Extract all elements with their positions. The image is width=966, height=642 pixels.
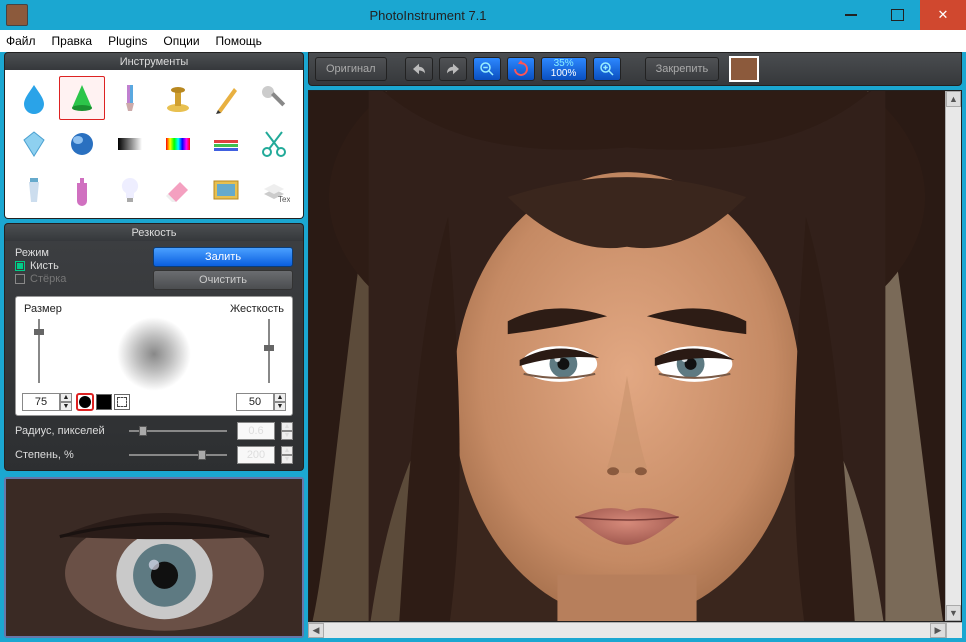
tool-gem[interactable] <box>11 122 57 166</box>
radius-spinner[interactable]: ▲▼ <box>281 422 293 440</box>
dodge-icon <box>258 82 290 114</box>
degree-spinner[interactable]: ▲▼ <box>281 446 293 464</box>
tool-clone[interactable] <box>155 76 201 120</box>
tool-smudge[interactable] <box>59 76 105 120</box>
app-icon <box>6 4 28 26</box>
eraser-mode-checkbox[interactable]: Стёрка <box>15 273 153 285</box>
tool-bottle[interactable] <box>59 168 105 212</box>
degree-label: Степень, % <box>15 449 119 461</box>
tool-bulb[interactable] <box>107 168 153 212</box>
brush-shape-square[interactable] <box>96 394 112 410</box>
blur-drop-icon <box>18 82 50 114</box>
zoom-in-button[interactable] <box>593 57 621 81</box>
layers-text-icon: Text <box>258 174 290 206</box>
close-button[interactable] <box>920 0 966 30</box>
detail-preview <box>4 477 304 638</box>
maximize-button[interactable] <box>874 0 920 30</box>
image-thumbnail[interactable] <box>729 56 759 82</box>
redo-button[interactable] <box>439 57 467 81</box>
tool-eraser[interactable] <box>155 168 201 212</box>
picture-icon <box>210 174 242 206</box>
vertical-scrollbar[interactable]: ▲▼ <box>945 91 961 621</box>
menu-options[interactable]: Опции <box>163 34 199 48</box>
zoom-indicator[interactable]: 35% 100% <box>541 57 587 81</box>
title-bar: PhotoInstrument 7.1 <box>0 0 966 30</box>
gem-icon <box>18 128 50 160</box>
menu-plugins[interactable]: Plugins <box>108 34 147 48</box>
horizontal-scrollbar[interactable]: ◀▶ <box>308 622 946 638</box>
size-label: Размер <box>24 303 62 315</box>
zoom-out-button[interactable] <box>473 57 501 81</box>
sharp-panel: Режим Кисть Стёрка Залить Очистить <box>4 241 304 471</box>
menu-help[interactable]: Помощь <box>216 34 262 48</box>
minimize-button[interactable] <box>828 0 874 30</box>
image-canvas[interactable] <box>309 91 945 621</box>
degree-slider[interactable] <box>129 454 227 456</box>
tube-icon <box>18 174 50 206</box>
original-button[interactable]: Оригинал <box>315 57 387 81</box>
size-spinner[interactable]: ▲▼ <box>60 393 72 411</box>
hardness-slider[interactable] <box>268 319 270 383</box>
tools-panel-title: Инструменты <box>4 52 304 70</box>
menu-bar: Файл Правка Plugins Опции Помощь <box>0 30 966 52</box>
hue-icon <box>162 128 194 160</box>
tool-levels[interactable] <box>203 122 249 166</box>
tool-pencil[interactable] <box>203 76 249 120</box>
size-slider[interactable] <box>38 319 40 383</box>
tool-picture[interactable] <box>203 168 249 212</box>
clone-stamp-icon <box>162 82 194 114</box>
hardness-label: Жесткость <box>230 303 284 315</box>
window-controls <box>828 0 966 30</box>
bulb-icon <box>114 174 146 206</box>
tool-tube[interactable] <box>11 168 57 212</box>
menu-file[interactable]: Файл <box>6 34 36 48</box>
levels-icon <box>210 128 242 160</box>
canvas-toolbar: Оригинал 35% 100% Закрепить <box>308 52 962 86</box>
brush-shape-round[interactable] <box>76 393 94 411</box>
mode-label: Режим <box>15 247 153 259</box>
tool-dodge[interactable] <box>251 76 297 120</box>
eraser-icon <box>162 174 194 206</box>
radius-slider[interactable] <box>129 430 227 432</box>
hardness-spinner[interactable]: ▲▼ <box>274 393 286 411</box>
rotate-button[interactable] <box>507 57 535 81</box>
pin-button[interactable]: Закрепить <box>645 57 720 81</box>
tool-brush[interactable] <box>107 76 153 120</box>
gradient-bw-icon <box>114 128 146 160</box>
clear-button[interactable]: Очистить <box>153 270 293 290</box>
sharp-panel-title: Резкость <box>4 223 304 241</box>
pencil-icon <box>210 82 242 114</box>
fill-button[interactable]: Залить <box>153 247 293 267</box>
menu-edit[interactable]: Правка <box>52 34 93 48</box>
cone-icon <box>66 82 98 114</box>
scissors-icon <box>258 128 290 160</box>
hardness-value[interactable]: 50 <box>236 393 274 411</box>
brush-icon <box>114 82 146 114</box>
tool-scissors[interactable] <box>251 122 297 166</box>
tool-blur[interactable] <box>11 76 57 120</box>
tool-sphere[interactable] <box>59 122 105 166</box>
svg-text:Text: Text <box>278 195 290 204</box>
brush-mode-checkbox[interactable]: Кисть <box>15 260 153 272</box>
tool-gradient[interactable] <box>107 122 153 166</box>
radius-label: Радиус, пикселей <box>15 425 119 437</box>
brush-preview <box>114 314 194 394</box>
bottle-icon <box>66 174 98 206</box>
tool-hue[interactable] <box>155 122 201 166</box>
degree-value[interactable]: 200 <box>237 446 275 464</box>
tools-panel: Text <box>4 70 304 219</box>
size-value[interactable]: 75 <box>22 393 60 411</box>
radius-value[interactable]: 0.6 <box>237 422 275 440</box>
sphere-icon <box>66 128 98 160</box>
window-title: PhotoInstrument 7.1 <box>28 8 828 23</box>
brush-shape-custom[interactable] <box>114 394 130 410</box>
undo-button[interactable] <box>405 57 433 81</box>
tool-layers[interactable]: Text <box>251 168 297 212</box>
scroll-corner <box>946 622 962 638</box>
brush-sliders: Размер Жесткость 75 ▲▼ <box>15 296 293 416</box>
